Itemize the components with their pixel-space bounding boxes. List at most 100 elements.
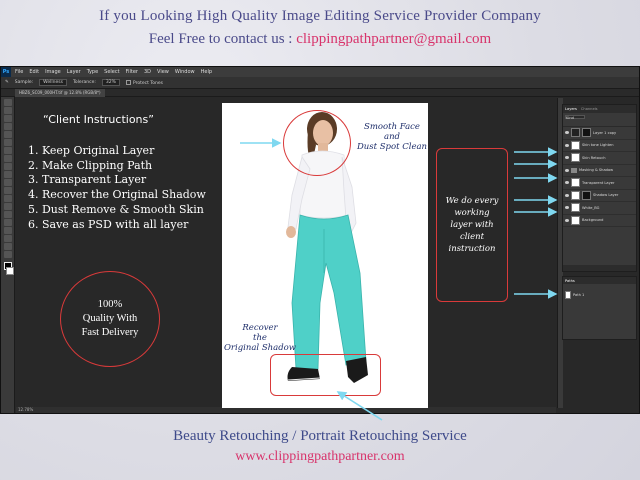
layer-thumbnail [571, 140, 580, 150]
path-row[interactable]: Path 1 [563, 290, 636, 300]
eye-icon[interactable] [565, 143, 569, 147]
shadow-highlight-box [270, 354, 381, 396]
instruction-item: 1. Keep Original Layer [28, 144, 155, 157]
instructions-title: “Client Instructions” [43, 113, 154, 126]
menu-view[interactable]: View [157, 69, 169, 75]
quick-select-tool-icon[interactable] [3, 123, 12, 130]
lasso-tool-icon[interactable] [3, 115, 12, 122]
menu-filter[interactable]: Filter [126, 69, 138, 75]
pen-tool-icon[interactable] [3, 211, 12, 218]
layer-thumbnail [571, 215, 580, 225]
gradient-tool-icon[interactable] [3, 187, 12, 194]
dodge-tool-icon[interactable] [3, 203, 12, 210]
smooth-note-line-1: Smooth Face [364, 122, 420, 132]
paths-panel-tabs: Paths [563, 277, 636, 284]
layer-name: Transparent Layer [582, 180, 615, 185]
layer-row[interactable]: Background [563, 215, 636, 227]
eye-icon[interactable] [565, 206, 569, 210]
quality-line-3: Fast Delivery [81, 327, 139, 338]
layers-panel-footer [563, 265, 636, 271]
tab-channels[interactable]: Channels [581, 107, 598, 111]
menu-select[interactable]: Select [104, 69, 119, 75]
layer-thumbnail [571, 128, 580, 138]
menu-file[interactable]: File [15, 69, 23, 75]
sample-select[interactable]: Wellness [39, 79, 67, 86]
left-hand-shape [286, 226, 296, 238]
layer-row[interactable]: Masking & Shadow [563, 165, 636, 177]
layers-note-text: We do every working layer with client in… [445, 196, 499, 254]
quality-line-2: Quality With [82, 313, 138, 324]
tab-paths[interactable]: Paths [565, 279, 575, 283]
move-tool-icon[interactable] [3, 99, 12, 106]
blur-tool-icon[interactable] [3, 195, 12, 202]
brush-tool-icon[interactable]: ✎ [5, 80, 9, 85]
recover-note-line-2: the [253, 333, 267, 343]
photoshop-logo-icon: Ps [1, 67, 11, 77]
path-select-tool-icon[interactable] [3, 227, 12, 234]
layer-thumbnail [571, 178, 580, 188]
page-header: If you Looking High Quality Image Editin… [0, 8, 640, 48]
menu-3d[interactable]: 3D [144, 69, 151, 75]
layer-name: Skin tone Lighten [582, 143, 614, 148]
layers-panel-tabs: Layers Channels [563, 105, 636, 113]
eye-icon[interactable] [565, 168, 569, 172]
menu-layer[interactable]: Layer [67, 69, 81, 75]
layer-name: Layer 1 copy [593, 130, 617, 135]
layer-row[interactable]: Skin tone Lighten [563, 140, 636, 152]
protect-tones-checkbox[interactable]: Protect Tones [125, 79, 163, 86]
healing-tool-icon[interactable] [3, 147, 12, 154]
history-brush-tool-icon[interactable] [3, 171, 12, 178]
instruction-item: 6. Save as PSD with all layer [28, 217, 189, 231]
hand-tool-icon[interactable] [3, 243, 12, 250]
clone-stamp-tool-icon[interactable] [3, 163, 12, 170]
layer-row[interactable]: Transparent Layer [563, 177, 636, 190]
menu-image[interactable]: Image [45, 69, 61, 75]
brush-icon[interactable] [3, 155, 12, 162]
eye-icon[interactable] [565, 131, 569, 135]
tab-layers[interactable]: Layers [565, 107, 577, 111]
tolerance-input[interactable]: 32% [101, 79, 120, 86]
layer-thumbnail [571, 203, 580, 213]
layer-name: Shadow Layer [593, 193, 619, 198]
paths-panel: Paths Path 1 [562, 276, 637, 340]
layer-row[interactable]: White_BG [563, 202, 636, 215]
menu-type[interactable]: Type [87, 69, 98, 75]
menu-edit[interactable]: Edit [29, 69, 39, 75]
menu-help[interactable]: Help [201, 69, 212, 75]
recover-shadow-note: Recover the Original Shadow [218, 323, 302, 353]
instruction-item: 2. Make Clipping Path [28, 158, 153, 172]
options-bar: ✎ Sample: Wellness Tolerance: 32% Protec… [1, 77, 639, 89]
document-tab[interactable]: HBZ6_SC09_000HT.tif @ 12.8% (RGB/8*) [15, 89, 105, 97]
tolerance-label: Tolerance: [72, 80, 96, 85]
layer-row[interactable]: Shadow Layer [563, 190, 636, 202]
recover-note-line-3: Original Shadow [223, 343, 297, 353]
footer-website-link[interactable]: www.clippingpathpartner.com [0, 449, 640, 465]
eyedropper-tool-icon[interactable] [3, 139, 12, 146]
layer-row[interactable]: Skin Retouch [563, 152, 636, 165]
sample-label: Sample: [14, 80, 34, 85]
zoom-tool-icon[interactable] [3, 251, 12, 258]
type-tool-icon[interactable] [3, 219, 12, 226]
quality-line-1: 100% [97, 299, 123, 310]
contact-email-link[interactable]: clippingpathpartner@gmail.com [296, 31, 491, 47]
layer-row[interactable]: Layer 1 copy [563, 127, 636, 140]
layer-mask-thumbnail [582, 128, 591, 138]
layer-kind-select[interactable]: Kind [565, 115, 585, 120]
header-contact: Feel Free to contact us : clippingpathpa… [0, 31, 640, 48]
eye-icon[interactable] [565, 218, 569, 222]
menu-bar: Ps File Edit Image Layer Type Select Fil… [1, 67, 639, 77]
instructions-list: 1. Keep Original Layer 2. Make Clipping … [28, 144, 206, 232]
background-color-swatch[interactable] [6, 267, 14, 275]
eye-icon[interactable] [565, 181, 569, 185]
header-tagline: If you Looking High Quality Image Editin… [99, 8, 541, 24]
layer-name: Background [582, 218, 604, 223]
eraser-tool-icon[interactable] [3, 179, 12, 186]
crop-tool-icon[interactable] [3, 131, 12, 138]
marquee-tool-icon[interactable] [3, 107, 12, 114]
shape-tool-icon[interactable] [3, 235, 12, 242]
eye-icon[interactable] [565, 156, 569, 160]
smooth-note-line-3: Dust Spot Clean [356, 142, 428, 152]
instruction-item: 5. Dust Remove & Smooth Skin [28, 202, 204, 216]
menu-window[interactable]: Window [175, 69, 195, 75]
eye-icon[interactable] [565, 193, 569, 197]
